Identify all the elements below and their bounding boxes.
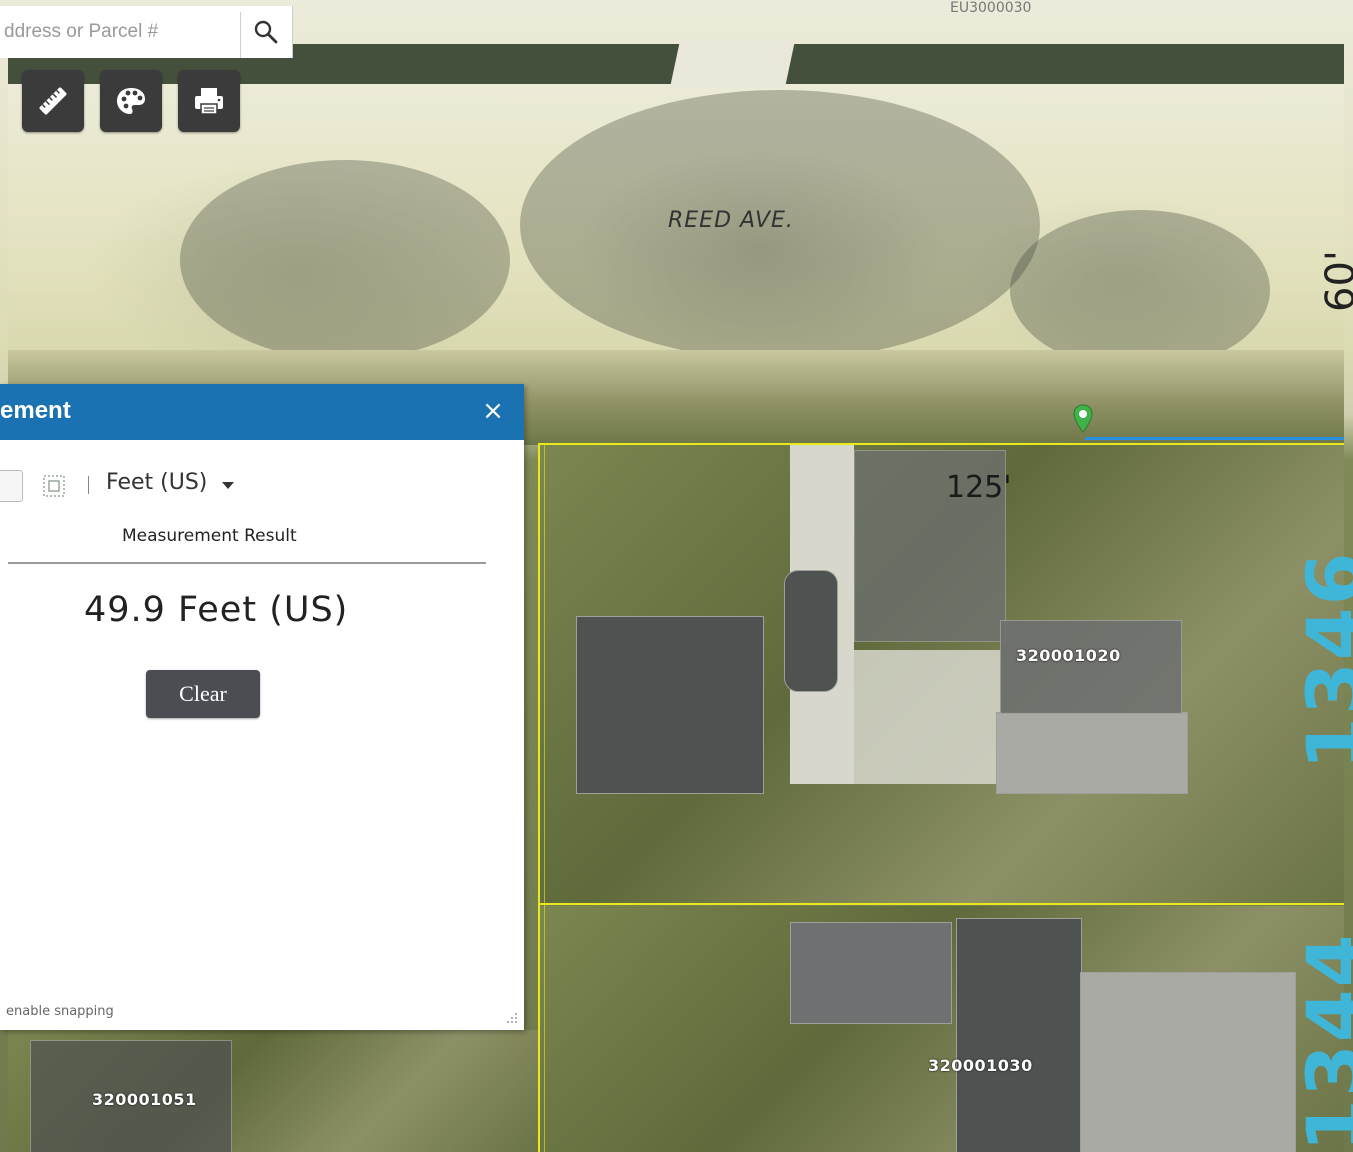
lot-dimension-label: 125': [946, 470, 1012, 505]
print-button[interactable]: [178, 70, 240, 132]
map-pin-icon[interactable]: [1072, 404, 1094, 434]
building-roof: [996, 712, 1188, 794]
measurement-result-value: 49.9 Feet (US): [84, 590, 349, 630]
parcel-boundary: [538, 443, 540, 1152]
search-input[interactable]: [0, 6, 238, 58]
street-name-label: REED AVE.: [668, 208, 794, 233]
panel-title: ement: [0, 397, 71, 424]
search-icon: [254, 20, 278, 44]
parcel-id-label: 320001051: [92, 1090, 197, 1109]
measurement-result-label: Measurement Result: [122, 526, 297, 546]
building-roof: [576, 616, 764, 794]
ruler-icon: [39, 87, 67, 115]
printer-icon: [195, 88, 223, 115]
search-divider: [240, 12, 241, 58]
parcel-boundary: [540, 903, 1344, 905]
panel-header: ement ×: [0, 384, 524, 440]
measure-tool-button[interactable]: [22, 70, 84, 132]
basemap-style-button[interactable]: [100, 70, 162, 132]
parcel-id-label: 320001030: [928, 1056, 1033, 1075]
tool-separator: [88, 476, 89, 494]
car: [784, 570, 838, 692]
parcel-boundary: [544, 443, 545, 1152]
street-width-label: 60': [1318, 250, 1353, 312]
snapping-hint: enable snapping: [6, 1004, 114, 1019]
building-roof: [1000, 620, 1182, 714]
building-roof: [1080, 972, 1296, 1152]
clear-button[interactable]: Clear: [146, 670, 260, 718]
palette-icon: [117, 88, 145, 114]
distance-tool-icon[interactable]: [42, 474, 66, 498]
address-number-label: 1346: [1290, 550, 1353, 770]
building-roof: [790, 922, 952, 1024]
parcel-id-label: 320001020: [1016, 646, 1121, 665]
unit-dropdown[interactable]: Feet (US): [106, 470, 207, 495]
measure-tool-row: Feet (US): [0, 470, 500, 502]
divider: [8, 562, 486, 564]
chevron-down-icon[interactable]: [222, 482, 234, 489]
address-number-label: 1344: [1290, 932, 1353, 1152]
tree-canopy: [180, 160, 510, 360]
area-tool-button[interactable]: [0, 470, 23, 502]
parcel-boundary: [540, 443, 1344, 445]
search-bar: [0, 6, 293, 58]
resize-grip-icon[interactable]: [506, 1012, 518, 1024]
close-icon[interactable]: ×: [480, 398, 506, 424]
tree-canopy: [1010, 210, 1270, 370]
road-gap: [669, 40, 796, 88]
search-button[interactable]: [244, 10, 288, 54]
measurement-panel: ement × Feet (US) Measurement Result 49.…: [0, 384, 524, 1030]
measurement-line: [1085, 437, 1344, 440]
building-roof: [956, 918, 1082, 1152]
map-top-label: EU3000030: [950, 0, 1032, 16]
